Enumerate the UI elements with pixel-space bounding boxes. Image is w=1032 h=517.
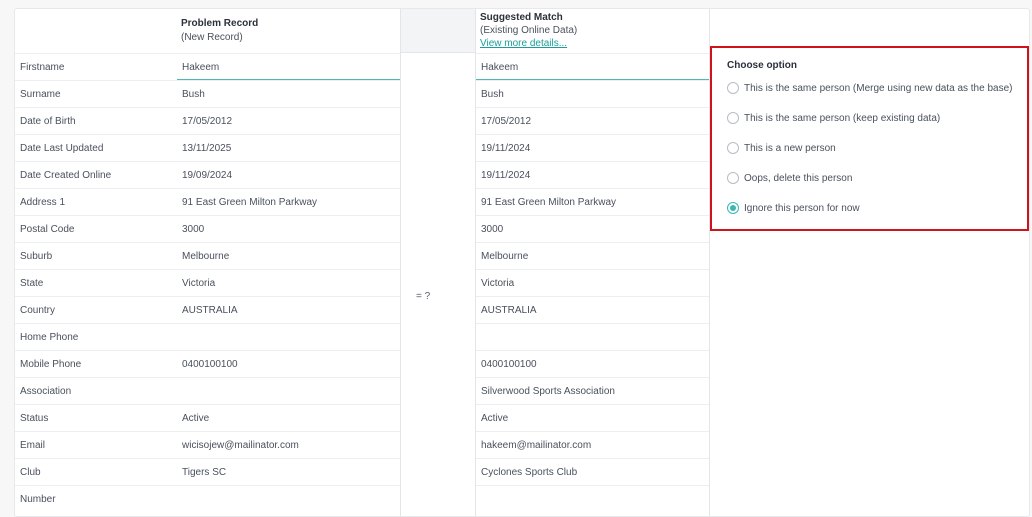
match-value-cell <box>476 323 709 350</box>
compare-header <box>401 9 475 53</box>
option-label: This is the same person (keep existing d… <box>744 112 941 124</box>
field-label-cell: Surname <box>15 80 177 107</box>
problem-value-cell: 91 East Green Milton Parkway <box>177 188 400 215</box>
problem-record-column: Problem Record (New Record) Hakeem Bush 17… <box>177 9 401 516</box>
option-radio-5[interactable]: Ignore this person for now <box>727 201 860 215</box>
suggested-match-header: Suggested Match (Existing Online Data) V… <box>476 9 709 53</box>
match-value-cell: 3000 <box>476 215 709 242</box>
radio-unchecked-icon[interactable] <box>727 172 739 184</box>
problem-value-cell: Melbourne <box>177 242 400 269</box>
suggested-match-title: Suggested Match <box>480 12 563 23</box>
field-labels-column: Firstname Surname Date of Birth Date Last U… <box>15 9 177 512</box>
compare-symbol: = ? <box>416 291 431 302</box>
problem-record-title: Problem Record <box>181 18 259 29</box>
field-label-cell: Suburb <box>15 242 177 269</box>
problem-value-cell: Bush <box>177 80 400 107</box>
choose-option-panel: Choose option This is the same person (M… <box>710 46 1029 231</box>
field-label-cell: Status <box>15 404 177 431</box>
problem-value-cell: 3000 <box>177 215 400 242</box>
match-value-cell: AUSTRALIA <box>476 296 709 323</box>
problem-value-cell: Active <box>177 404 400 431</box>
option-label: This is a new person <box>744 142 836 154</box>
problem-value-cell: wicisojew@mailinator.com <box>177 431 400 458</box>
match-value-cell: Hakeem <box>476 53 709 80</box>
match-value-cell: Melbourne <box>476 242 709 269</box>
option-radio-1[interactable]: This is the same person (Merge using new… <box>727 81 1012 95</box>
option-label: Oops, delete this person <box>744 172 853 184</box>
problem-value-cell: 17/05/2012 <box>177 107 400 134</box>
field-label-cell: State <box>15 269 177 296</box>
field-label-cell: Date Created Online <box>15 161 177 188</box>
compare-column: = ? <box>401 9 476 516</box>
field-label-cell: Association <box>15 377 177 404</box>
match-value-cell: 17/05/2012 <box>476 107 709 134</box>
match-value-cell: Victoria <box>476 269 709 296</box>
radio-checked-icon[interactable] <box>727 202 739 214</box>
option-radio-3[interactable]: This is a new person <box>727 141 836 155</box>
field-label-cell: Firstname <box>15 53 177 80</box>
field-label-cell: Number <box>15 485 177 512</box>
radio-unchecked-icon[interactable] <box>727 142 739 154</box>
match-value-cell: hakeem@mailinator.com <box>476 431 709 458</box>
match-value-cell: 19/11/2024 <box>476 161 709 188</box>
option-radio-2[interactable]: This is the same person (keep existing d… <box>727 111 940 125</box>
problem-value-cell: Hakeem <box>177 53 400 80</box>
problem-value-cell <box>177 377 400 404</box>
match-value-cell: 0400100100 <box>476 350 709 377</box>
field-label-cell: Email <box>15 431 177 458</box>
problem-value-cell: 19/09/2024 <box>177 161 400 188</box>
problem-value-cell <box>177 485 400 512</box>
option-label: This is the same person (Merge using new… <box>744 82 1013 94</box>
problem-value-cell: AUSTRALIA <box>177 296 400 323</box>
problem-record-header: Problem Record (New Record) <box>177 9 400 53</box>
problem-value-cell: Victoria <box>177 269 400 296</box>
match-value-cell: 19/11/2024 <box>476 134 709 161</box>
match-value-cell: Silverwood Sports Association <box>476 377 709 404</box>
field-label-cell: Country <box>15 296 177 323</box>
option-radio-4[interactable]: Oops, delete this person <box>727 171 852 185</box>
field-label-cell: Mobile Phone <box>15 350 177 377</box>
problem-value-cell: Tigers SC <box>177 458 400 485</box>
match-value-cell <box>476 485 709 512</box>
view-more-details-link[interactable]: View more details... <box>480 38 567 49</box>
problem-value-cell: 13/11/2025 <box>177 134 400 161</box>
field-label-cell: Home Phone <box>15 323 177 350</box>
problem-record-subtitle: (New Record) <box>181 32 243 43</box>
radio-unchecked-icon[interactable] <box>727 112 739 124</box>
option-label: Ignore this person for now <box>744 202 860 214</box>
problem-value-cell <box>177 323 400 350</box>
field-label-cell: Date Last Updated <box>15 134 177 161</box>
field-label-cell: Postal Code <box>15 215 177 242</box>
match-value-cell: Bush <box>476 80 709 107</box>
labels-header <box>15 9 177 53</box>
field-label-cell: Club <box>15 458 177 485</box>
suggested-match-subtitle: (Existing Online Data) <box>480 25 578 36</box>
match-value-cell: Active <box>476 404 709 431</box>
problem-value-cell: 0400100100 <box>177 350 400 377</box>
match-value-cell: Cyclones Sports Club <box>476 458 709 485</box>
field-label-cell: Date of Birth <box>15 107 177 134</box>
choose-option-title: Choose option <box>727 60 797 71</box>
suggested-match-column: Suggested Match (Existing Online Data) V… <box>476 9 710 516</box>
match-value-cell: 91 East Green Milton Parkway <box>476 188 709 215</box>
radio-unchecked-icon[interactable] <box>727 82 739 94</box>
field-label-cell: Address 1 <box>15 188 177 215</box>
